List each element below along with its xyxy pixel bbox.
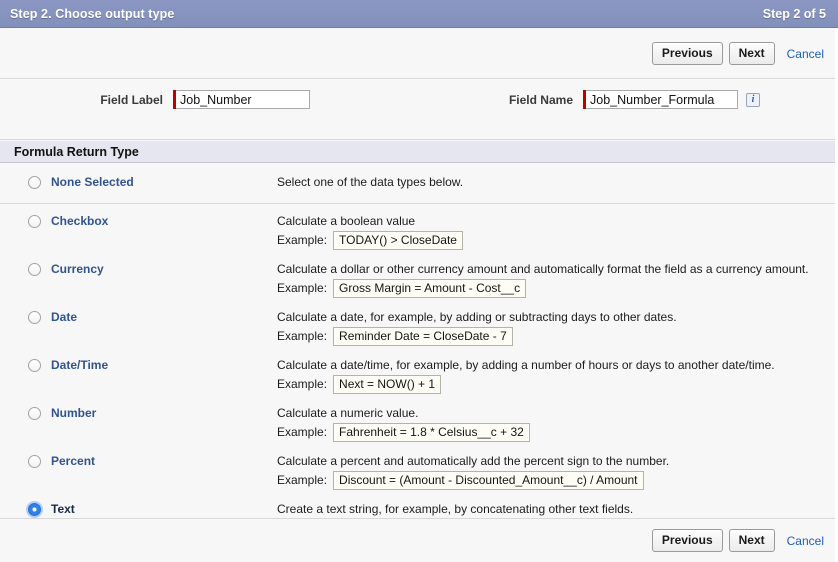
- example-code-date-time: Next = NOW() + 1: [333, 375, 442, 394]
- previous-button-bottom[interactable]: Previous: [651, 529, 723, 552]
- radio-date-time[interactable]: [28, 359, 41, 372]
- next-button-bottom[interactable]: Next: [728, 529, 775, 552]
- option-row-none-selected[interactable]: None Selected Select one of the data typ…: [0, 164, 838, 204]
- option-description-number: Calculate a numeric value.: [277, 406, 419, 420]
- example-caption-number: Example:: [277, 425, 328, 439]
- option-example-date-time: Example: Next = NOW() + 1: [277, 375, 826, 394]
- field-name-caption: Field Name: [508, 92, 573, 107]
- field-label-caption: Field Label: [100, 92, 163, 107]
- radio-currency[interactable]: [28, 263, 41, 276]
- option-example-date: Example: Reminder Date = CloseDate - 7: [277, 327, 826, 346]
- formula-return-type-header: Formula Return Type: [0, 141, 838, 163]
- field-name-input-wrap: i: [583, 90, 760, 109]
- option-left-none-selected: None Selected: [0, 175, 277, 189]
- option-left-date-time: Date/Time: [0, 358, 277, 372]
- option-example-number: Example: Fahrenheit = 1.8 * Celsius__c +…: [277, 423, 826, 442]
- toolbar-bottom: Previous Next Cancel: [0, 518, 838, 562]
- radio-number[interactable]: [28, 407, 41, 420]
- option-row-checkbox[interactable]: Checkbox Calculate a boolean value Examp…: [0, 204, 838, 252]
- option-right-currency: Calculate a dollar or other currency amo…: [277, 262, 838, 298]
- option-description-date: Calculate a date, for example, by adding…: [277, 310, 677, 324]
- option-left-currency: Currency: [0, 262, 277, 276]
- option-row-date-time[interactable]: Date/Time Calculate a date/time, for exa…: [0, 348, 838, 396]
- option-left-date: Date: [0, 310, 277, 324]
- option-right-percent: Calculate a percent and automatically ad…: [277, 454, 838, 490]
- field-label-input[interactable]: [176, 90, 310, 109]
- example-code-date: Reminder Date = CloseDate - 7: [333, 327, 513, 346]
- step-counter: Step 2 of 5: [762, 6, 826, 21]
- wizard-page: Step 2. Choose output type Step 2 of 5 P…: [0, 0, 838, 562]
- option-description-none-selected: Select one of the data types below.: [277, 175, 464, 189]
- option-label-checkbox[interactable]: Checkbox: [51, 214, 108, 228]
- radio-none-selected[interactable]: [28, 176, 41, 189]
- option-example-currency: Example: Gross Margin = Amount - Cost__c: [277, 279, 826, 298]
- example-code-currency: Gross Margin = Amount - Cost__c: [333, 279, 527, 298]
- option-description-text: Create a text string, for example, by co…: [277, 502, 634, 516]
- toolbar-top: Previous Next Cancel: [0, 29, 838, 79]
- option-label-date[interactable]: Date: [51, 310, 77, 324]
- example-caption-date: Example:: [277, 329, 328, 343]
- option-example-checkbox: Example: TODAY() > CloseDate: [277, 231, 826, 250]
- field-name-group: Field Name i: [430, 90, 760, 109]
- option-right-date-time: Calculate a date/time, for example, by a…: [277, 358, 838, 394]
- option-row-percent[interactable]: Percent Calculate a percent and automati…: [0, 444, 838, 492]
- option-description-date-time: Calculate a date/time, for example, by a…: [277, 358, 775, 372]
- option-label-currency[interactable]: Currency: [51, 262, 104, 276]
- example-caption-checkbox: Example:: [277, 233, 328, 247]
- option-left-percent: Percent: [0, 454, 277, 468]
- radio-checkbox[interactable]: [28, 215, 41, 228]
- field-name-input[interactable]: [586, 90, 738, 109]
- example-caption-date-time: Example:: [277, 377, 328, 391]
- field-row: Field Label Field Name i: [0, 80, 838, 140]
- radio-date[interactable]: [28, 311, 41, 324]
- option-label-date-time[interactable]: Date/Time: [51, 358, 108, 372]
- option-right-number: Calculate a numeric value. Example: Fahr…: [277, 406, 838, 442]
- option-description-percent: Calculate a percent and automatically ad…: [277, 454, 670, 468]
- option-right-date: Calculate a date, for example, by adding…: [277, 310, 838, 346]
- example-code-number: Fahrenheit = 1.8 * Celsius__c + 32: [333, 423, 530, 442]
- option-row-number[interactable]: Number Calculate a numeric value. Exampl…: [0, 396, 838, 444]
- cancel-link-top[interactable]: Cancel: [787, 47, 824, 61]
- option-label-number[interactable]: Number: [51, 406, 96, 420]
- cancel-link-bottom[interactable]: Cancel: [787, 534, 824, 548]
- option-row-currency[interactable]: Currency Calculate a dollar or other cur…: [0, 252, 838, 300]
- option-label-text[interactable]: Text: [51, 502, 75, 516]
- example-caption-currency: Example:: [277, 281, 328, 295]
- field-label-group: Field Label: [0, 90, 310, 109]
- option-right-checkbox: Calculate a boolean value Example: TODAY…: [277, 214, 838, 250]
- info-icon[interactable]: i: [746, 92, 760, 107]
- example-code-percent: Discount = (Amount - Discounted_Amount__…: [333, 471, 644, 490]
- option-left-text: Text: [0, 502, 277, 516]
- page-title: Step 2. Choose output type: [10, 6, 175, 21]
- wizard-titlebar: Step 2. Choose output type Step 2 of 5: [0, 0, 838, 28]
- option-description-currency: Calculate a dollar or other currency amo…: [277, 262, 809, 276]
- previous-button-top[interactable]: Previous: [651, 42, 723, 65]
- option-left-number: Number: [0, 406, 277, 420]
- option-description-checkbox: Calculate a boolean value: [277, 214, 416, 228]
- radio-text[interactable]: [28, 503, 41, 516]
- option-row-date[interactable]: Date Calculate a date, for example, by a…: [0, 300, 838, 348]
- example-caption-percent: Example:: [277, 473, 328, 487]
- option-label-none-selected[interactable]: None Selected: [51, 175, 134, 189]
- option-right-none-selected: Select one of the data types below.: [277, 175, 838, 192]
- radio-percent[interactable]: [28, 455, 41, 468]
- next-button-top[interactable]: Next: [728, 42, 775, 65]
- option-label-percent[interactable]: Percent: [51, 454, 95, 468]
- example-code-checkbox: TODAY() > CloseDate: [333, 231, 463, 250]
- option-left-checkbox: Checkbox: [0, 214, 277, 228]
- section-title: Formula Return Type: [14, 144, 139, 159]
- field-label-input-wrap: [173, 90, 310, 109]
- option-example-percent: Example: Discount = (Amount - Discounted…: [277, 471, 826, 490]
- formula-return-type-options: None Selected Select one of the data typ…: [0, 164, 838, 540]
